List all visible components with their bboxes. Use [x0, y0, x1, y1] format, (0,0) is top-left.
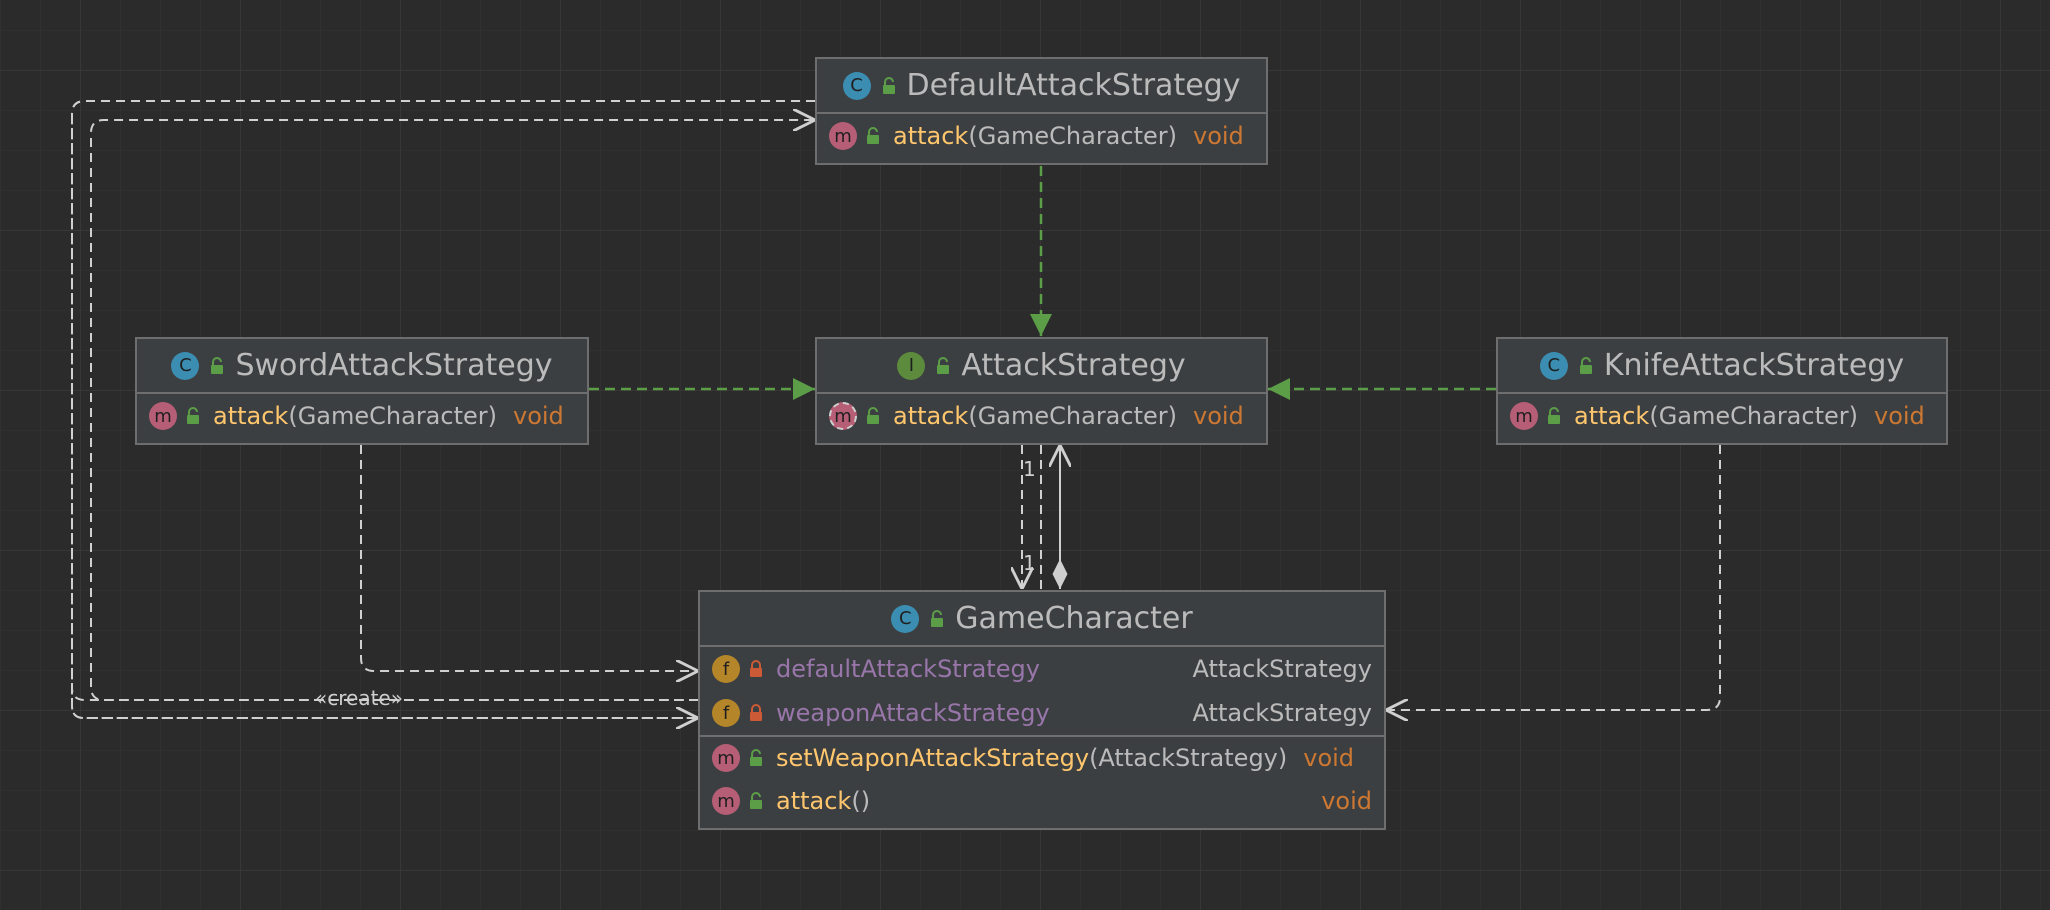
- method-name: attack: [776, 787, 852, 815]
- method-icon: m: [829, 122, 857, 150]
- edge-sword-to-gamecharacter: [360, 445, 698, 671]
- public-lock-icon: [750, 749, 762, 766]
- create-stereotype-label: «create»: [315, 686, 403, 710]
- class-header: C KnifeAttackStrategy: [1498, 339, 1946, 394]
- method-icon: m: [1510, 402, 1538, 430]
- method-params: (GameCharacter): [1649, 402, 1858, 430]
- class-icon: C: [1539, 351, 1568, 380]
- class-name: SwordAttackStrategy: [235, 348, 553, 383]
- class-header: C SwordAttackStrategy: [137, 339, 587, 394]
- class-default-attack-strategy[interactable]: C DefaultAttackStrategy m attack (GameCh…: [815, 57, 1268, 165]
- method-row[interactable]: m attack (GameCharacter) void: [817, 394, 1266, 438]
- method-name: attack: [893, 122, 969, 150]
- public-lock-icon: [211, 356, 224, 374]
- interface-header: I AttackStrategy: [817, 339, 1266, 394]
- class-sword-attack-strategy[interactable]: C SwordAttackStrategy m attack (GameChar…: [135, 337, 589, 445]
- method-name: attack: [1574, 402, 1650, 430]
- method-return-type: void: [1321, 787, 1372, 815]
- interface-attack-strategy[interactable]: I AttackStrategy m attack (GameCharacter…: [815, 337, 1268, 445]
- public-lock-icon: [750, 792, 762, 809]
- method-params: (AttackStrategy): [1089, 744, 1288, 772]
- method-icon: m: [712, 787, 740, 815]
- method-row[interactable]: m attack () void: [700, 779, 1384, 823]
- public-lock-icon: [187, 407, 199, 424]
- class-knife-attack-strategy[interactable]: C KnifeAttackStrategy m attack (GameChar…: [1496, 337, 1948, 445]
- method-name: attack: [893, 402, 969, 430]
- class-game-character[interactable]: C GameCharacter f defaultAttackStrategy …: [698, 590, 1386, 830]
- field-row[interactable]: f weaponAttackStrategy AttackStrategy: [700, 691, 1384, 735]
- method-row[interactable]: m setWeaponAttackStrategy (AttackStrateg…: [700, 735, 1384, 779]
- field-icon: f: [712, 699, 740, 727]
- public-lock-icon: [937, 356, 950, 374]
- field-icon: f: [712, 655, 740, 683]
- public-lock-icon: [867, 127, 879, 144]
- class-name: GameCharacter: [955, 601, 1193, 636]
- method-icon: m: [149, 402, 177, 430]
- public-lock-icon: [1548, 407, 1560, 424]
- method-return-type: void: [1193, 122, 1244, 150]
- field-name: defaultAttackStrategy: [776, 655, 1040, 683]
- method-row[interactable]: m attack (GameCharacter) void: [137, 394, 587, 438]
- method-params: (GameCharacter): [968, 122, 1177, 150]
- method-params: (): [851, 787, 871, 815]
- field-type: AttackStrategy: [1192, 655, 1372, 683]
- method-icon: m: [712, 744, 740, 772]
- class-icon: C: [171, 351, 200, 380]
- field-type: AttackStrategy: [1192, 699, 1372, 727]
- method-row[interactable]: m attack (GameCharacter) void: [1498, 394, 1946, 438]
- field-row[interactable]: f defaultAttackStrategy AttackStrategy: [700, 647, 1384, 691]
- private-lock-icon: [750, 704, 762, 721]
- method-return-type: void: [513, 402, 564, 430]
- method-params: (GameCharacter): [288, 402, 497, 430]
- public-lock-icon: [1579, 356, 1592, 374]
- edge-knife-to-gamecharacter: [1386, 445, 1721, 710]
- method-name: setWeaponAttackStrategy: [776, 744, 1090, 772]
- field-name: weaponAttackStrategy: [776, 699, 1050, 727]
- class-header: C GameCharacter: [700, 592, 1384, 647]
- method-row[interactable]: m attack (GameCharacter) void: [817, 114, 1266, 158]
- interface-name: AttackStrategy: [961, 348, 1186, 383]
- class-name: KnifeAttackStrategy: [1603, 348, 1905, 383]
- method-name: attack: [213, 402, 289, 430]
- class-icon: C: [842, 71, 871, 100]
- interface-icon: I: [897, 351, 926, 380]
- public-lock-icon: [882, 76, 895, 94]
- public-lock-icon: [931, 609, 944, 627]
- multiplicity-label-bottom: 1: [1023, 551, 1036, 575]
- abstract-method-icon: m: [829, 402, 857, 430]
- method-return-type: void: [1193, 402, 1244, 430]
- method-return-type: void: [1303, 744, 1355, 772]
- class-icon: C: [891, 604, 920, 633]
- class-name: DefaultAttackStrategy: [906, 68, 1241, 103]
- method-return-type: void: [1874, 402, 1925, 430]
- private-lock-icon: [750, 660, 762, 677]
- method-params: (GameCharacter): [968, 402, 1177, 430]
- class-header: C DefaultAttackStrategy: [817, 59, 1266, 114]
- public-lock-icon: [867, 407, 879, 424]
- multiplicity-label-top: 1: [1023, 457, 1036, 481]
